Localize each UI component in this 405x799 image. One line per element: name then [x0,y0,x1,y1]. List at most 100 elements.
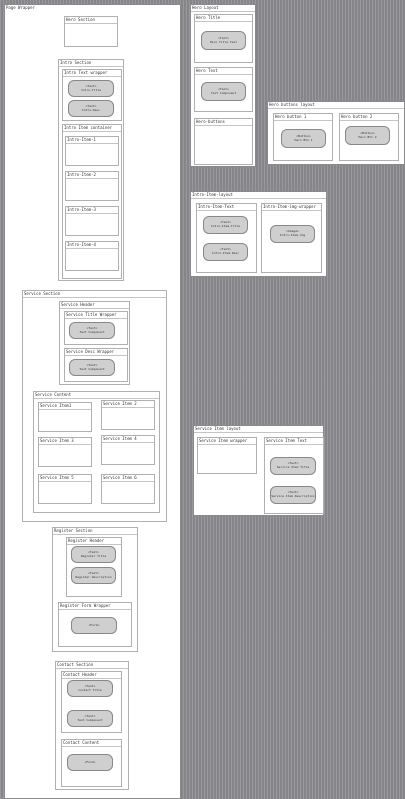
intro-desc-component[interactable]: <Text> Intro-Desc [68,100,114,117]
header-divider [65,355,127,356]
contact-form-component[interactable]: <Form> [67,754,113,771]
header-divider [39,444,91,445]
hero-text-component[interactable]: <Text> Text Component [201,82,246,101]
hero-buttons-layout: Hero buttons layout Hero button 1 <Butto… [267,101,405,165]
intro-item-2: Intro-Item-2 [65,171,119,201]
header-divider [195,21,252,22]
service-content: Service Content Service Item1 Service It… [33,391,160,513]
intro-item-img-wrapper: Intro-Item-img-wrapper <Image> Intro-Item… [261,203,322,273]
component-label: Register Description [75,574,112,579]
header-divider [268,108,404,109]
component-label: Text Component [77,717,103,722]
component-label: Text Component [210,90,237,95]
contact-section: Contact Section Contact Header <Text> Con… [55,661,129,790]
header-divider [191,198,326,199]
intro-item-text: Intro-Item-Text <Text> Intro-Item-Title <… [196,203,257,273]
hero-title: Hero Title <Text> Hero Title Text [194,14,253,63]
header-divider [62,678,121,679]
header-divider [195,125,252,126]
header-divider [34,398,159,399]
contact-content: Contact Content <Form> [61,739,122,787]
service-item-wrapper: Service Item wrapper [197,437,257,474]
intro-item-layout: Intro-Item-layout Intro-Item-Text <Text>… [190,191,327,277]
component-label: Service Item Title [276,465,310,469]
intro-item-img-component[interactable]: <Image> Intro-Item-img [270,225,315,243]
header-divider [63,131,121,132]
header-divider [67,544,121,545]
service-section: Service Section Service Header Service T… [22,290,167,522]
header-divider [23,297,166,298]
service-desc-component[interactable]: <Text> Text Component [69,359,115,376]
component-label: Hero Title Text [209,39,238,44]
header-divider [39,409,91,410]
page-wrapper-label: Page Wrapper [6,5,35,10]
service-item-text: Service Item Text <Text> Service Item Tit… [264,437,324,514]
header-divider [62,746,121,747]
header-divider [102,407,154,408]
header-divider [66,143,118,144]
service-title-wrapper: Service Title Wrapper <Text> Text Compone… [64,311,128,345]
intro-title-component[interactable]: <Text> Intro-Title [68,80,114,97]
component-label: Text Component [79,329,105,334]
header-divider [262,210,321,211]
hero-button-1: Hero button 1 <Button> Hero Btn 1 [273,113,333,161]
service-item-3: Service Item 3 [38,437,92,467]
service-header: Service Header Service Title Wrapper <Te… [59,301,130,385]
header-divider [59,609,131,610]
register-form-component[interactable]: <Form> [71,617,117,634]
hero-buttons: Hero-buttons [194,118,253,165]
component-label: Intro-Item-Desc [211,251,240,255]
header-divider [66,213,118,214]
intro-item-1: Intro-Item-1 [65,136,119,166]
component-label: Intro-Title [81,87,101,92]
header-divider [63,76,121,77]
intro-item-desc-component[interactable]: <Text> Intro-Item-Desc [203,243,248,261]
hero-title-component[interactable]: <Text> Hero Title Text [201,31,246,50]
service-item-1: Service Item1 [38,402,92,432]
header-divider [198,444,256,445]
component-label: Service Item Description [271,494,315,498]
hero-layout: Hero Layout Hero Title <Text> Hero Title … [190,4,256,167]
service-item-2: Service Item 2 [101,400,155,430]
header-divider [340,120,398,121]
register-section: Register Section Register Header <Text> R… [52,527,138,652]
intro-item-title-component[interactable]: <Text> Intro-Item-Title [203,216,248,234]
hero-section: Hero Section [64,16,118,47]
component-label: Intro-Item-img [279,233,306,237]
hero-btn-1-component[interactable]: <Button> Hero Btn 1 [281,129,326,148]
contact-header: Contact Header <Text> Contact Title <Text… [61,671,122,733]
component-label: Register Title [80,553,107,558]
hero-btn-2-component[interactable]: <Button> Hero Btn 2 [345,126,390,145]
register-header: Register Header <Text> Register Title <Te… [66,537,122,597]
contact-text-component[interactable]: <Text> Text Component [67,710,113,727]
service-title-component[interactable]: <Text> Text Component [69,322,115,339]
header-divider [197,210,256,211]
component-label: <Form> [84,759,96,764]
component-label: Hero Btn 1 [294,137,313,142]
component-label: Intro-Desc [81,107,101,112]
component-label: Hero Btn 2 [358,134,377,139]
hero-text: Hero Text <Text> Text Component [194,67,253,112]
component-label: Contact Title [78,687,102,692]
contact-title-component[interactable]: <Text> Contact Title [67,680,113,697]
header-divider [274,120,332,121]
header-divider [39,481,91,482]
header-divider [65,318,127,319]
register-title-component[interactable]: <Text> Register Title [71,546,116,563]
header-divider [265,444,323,445]
service-item-description-component[interactable]: <Text> Service Item Description [270,486,316,504]
header-divider [102,481,154,482]
header-divider [194,432,323,433]
register-description-component[interactable]: <Text> Register Description [71,567,116,584]
header-divider [59,66,123,67]
intro-text-wrapper: Intro Text wrapper <Text> Intro-Title <Te… [62,69,122,121]
component-label: <Form> [88,622,100,627]
intro-item-4: Intro-Item-4 [65,241,119,271]
header-divider [66,248,118,249]
service-item-5: Service Item 5 [38,474,92,504]
service-item-4: Service Item 4 [101,435,155,465]
header-divider [60,308,129,309]
service-item-6: Service Item 6 [101,474,155,504]
service-item-title-component[interactable]: <Text> Service Item Title [270,457,316,475]
intro-item-3: Intro-Item-3 [65,206,119,236]
